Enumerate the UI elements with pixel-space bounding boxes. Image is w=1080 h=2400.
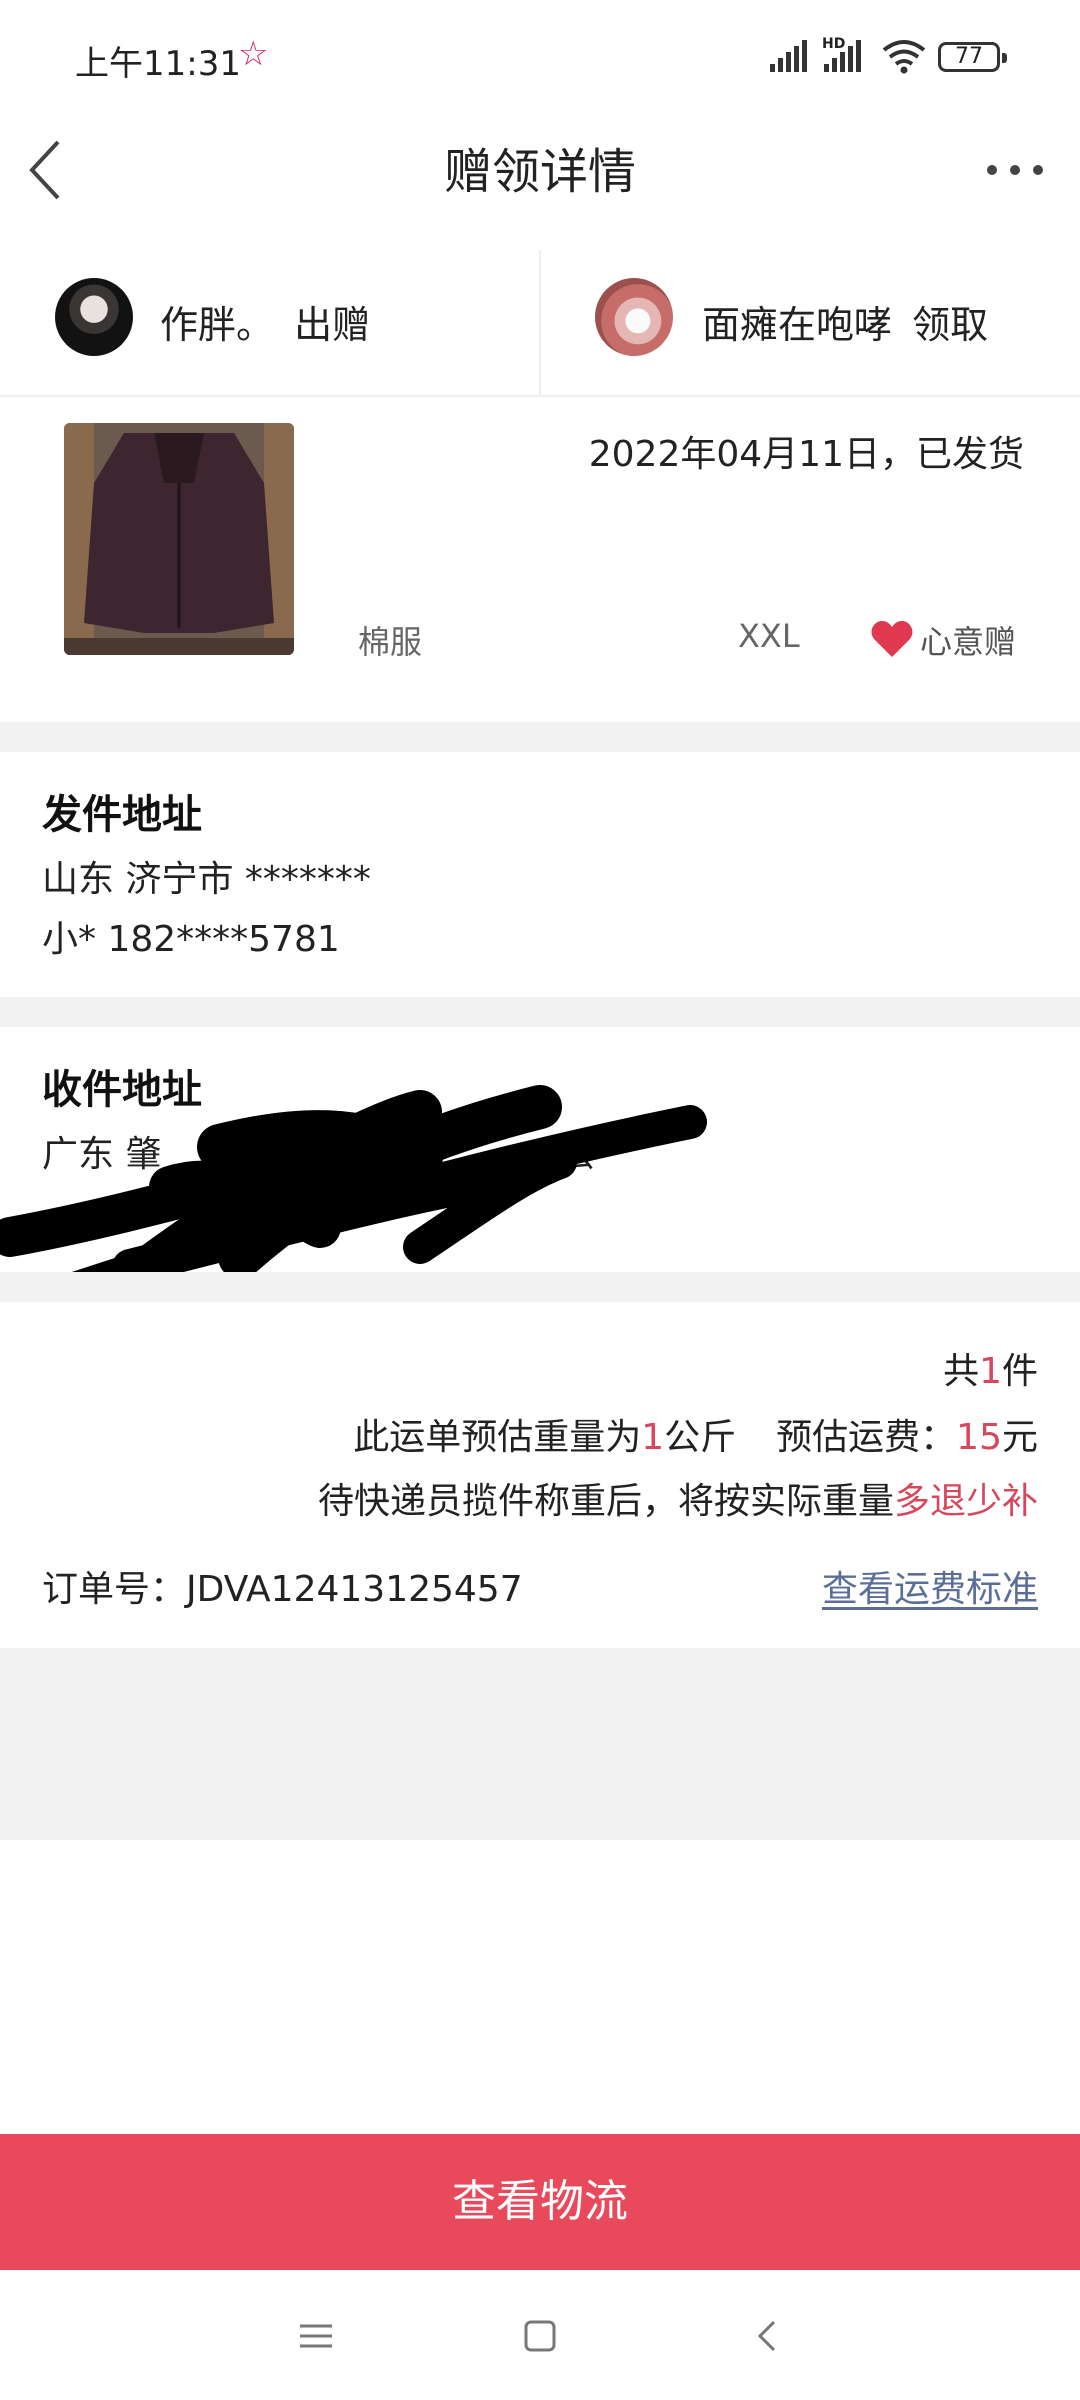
status-bar: 上午11:31 ☆ HD 77: [0, 0, 1080, 110]
sender-address-line: 山东 济宁市 *******: [42, 859, 371, 900]
battery-icon: 77: [938, 42, 1007, 72]
sender-contact-line: 小* 182****5781: [42, 919, 340, 960]
system-nav-bar: [0, 2270, 1080, 2400]
home-icon[interactable]: [520, 2316, 560, 2356]
redaction-scribble: [0, 1085, 707, 1272]
back-icon[interactable]: [748, 2316, 788, 2356]
item-size: XXL: [738, 617, 800, 655]
cellular-signal-icon: [770, 40, 807, 72]
item-name: 棉服: [358, 623, 423, 661]
page-title: 赠领详情: [443, 144, 636, 200]
sender-address-title: 发件地址: [42, 792, 202, 838]
section-gap: [0, 722, 1080, 752]
more-dots-icon[interactable]: [980, 150, 1050, 190]
order-number: 订单号：JDVA12413125457: [42, 1569, 523, 1610]
receiver-avatar[interactable]: [595, 278, 673, 356]
status-time: 上午11:31: [75, 44, 241, 84]
top-nav: 赠领详情: [0, 110, 1080, 240]
receiver-name: 面瘫在咆哮: [702, 303, 893, 347]
view-logistics-button[interactable]: 查看物流: [0, 2134, 1080, 2270]
wifi-icon: [882, 40, 926, 74]
fee-standard-link[interactable]: 查看运费标准: [822, 1560, 1038, 1612]
giver-action: 出赠: [294, 303, 371, 347]
star-icon: ☆: [238, 34, 269, 74]
item-photo[interactable]: [64, 423, 294, 655]
divider: [539, 250, 541, 395]
section-gap: [0, 1272, 1080, 1302]
section-gap: [0, 997, 1080, 1027]
receiver-address-section: 收件地址 广东 肇 会: [0, 1027, 1080, 1272]
receiver-action: 领取: [912, 303, 989, 347]
item-card[interactable]: 2022年04月11日，已发货 棉服 XXL 心意赠: [0, 395, 1080, 722]
heart-icon: [871, 621, 913, 657]
weight-note: 待快递员揽件称重后，将按实际重量多退少补: [317, 1481, 1038, 1522]
participants-row: 作胖。 出赠 面瘫在咆哮 领取: [0, 250, 1080, 397]
item-count: 共1件: [943, 1351, 1038, 1392]
bottom-gap: [0, 1648, 1080, 1840]
giver-label[interactable]: 作胖。 出赠: [160, 294, 370, 349]
item-tag: 心意赠: [920, 623, 1017, 661]
ship-date-status: 2022年04月11日，已发货: [588, 434, 1024, 475]
menu-icon[interactable]: [296, 2316, 336, 2356]
receiver-label[interactable]: 面瘫在咆哮 领取: [702, 294, 988, 349]
cellular-signal-icon-2: [824, 40, 861, 72]
sender-address-section: 发件地址 山东 济宁市 ******* 小* 182****5781: [0, 752, 1080, 997]
giver-name: 作胖。: [160, 303, 275, 347]
giver-avatar[interactable]: [55, 278, 133, 356]
weight-and-fee: 此运单预估重量为1公斤 预估运费：15元: [353, 1417, 1038, 1458]
